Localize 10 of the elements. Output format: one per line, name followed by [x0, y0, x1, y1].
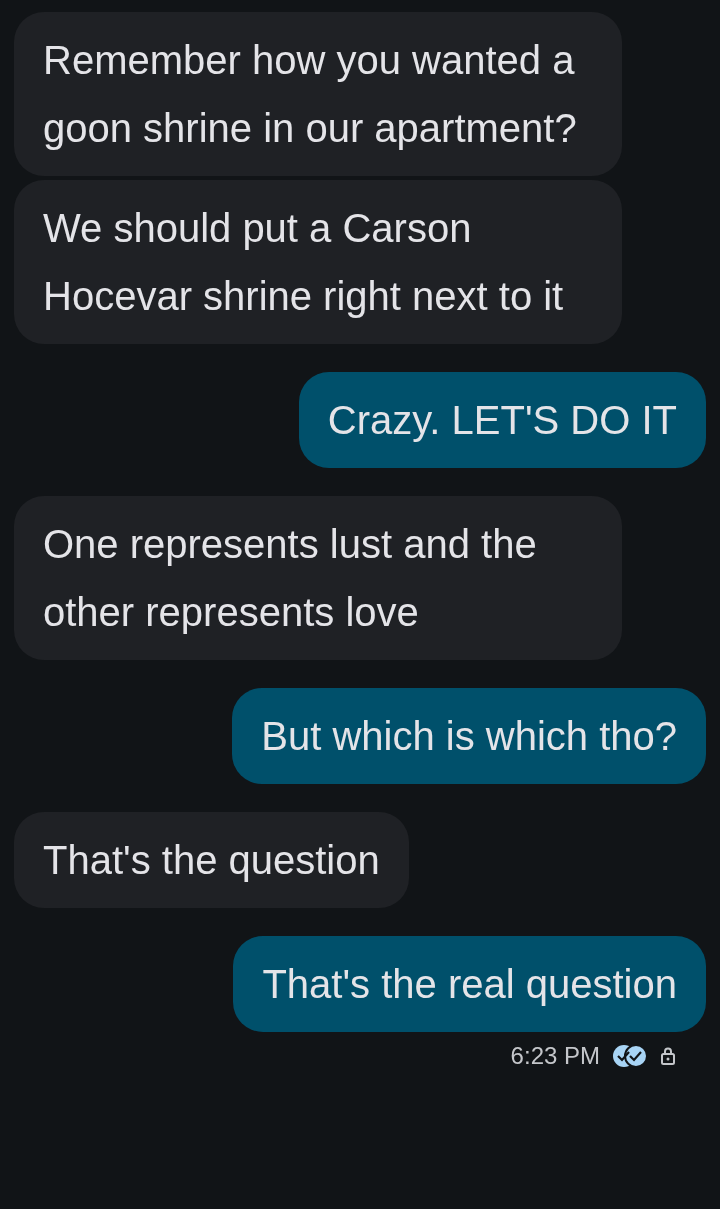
message-bubble: That's the question: [14, 812, 409, 908]
timestamp: 6:23 PM: [510, 1042, 600, 1070]
message-bubble: That's the real question: [233, 936, 706, 1032]
message-bubble: Remember how you wanted a goon shrine in our apartment?: [14, 12, 622, 176]
lock-icon: [660, 1046, 676, 1066]
message-bubble: We should put a Carson Hocevar shrine right next to it: [14, 180, 622, 344]
message-bubble: But which is which tho?: [232, 688, 706, 784]
message-bubble: Crazy. LET'S DO IT: [298, 372, 706, 468]
read-receipt-icon: [612, 1044, 648, 1068]
message-bubble: One represents lust and the other represents love: [14, 496, 622, 660]
